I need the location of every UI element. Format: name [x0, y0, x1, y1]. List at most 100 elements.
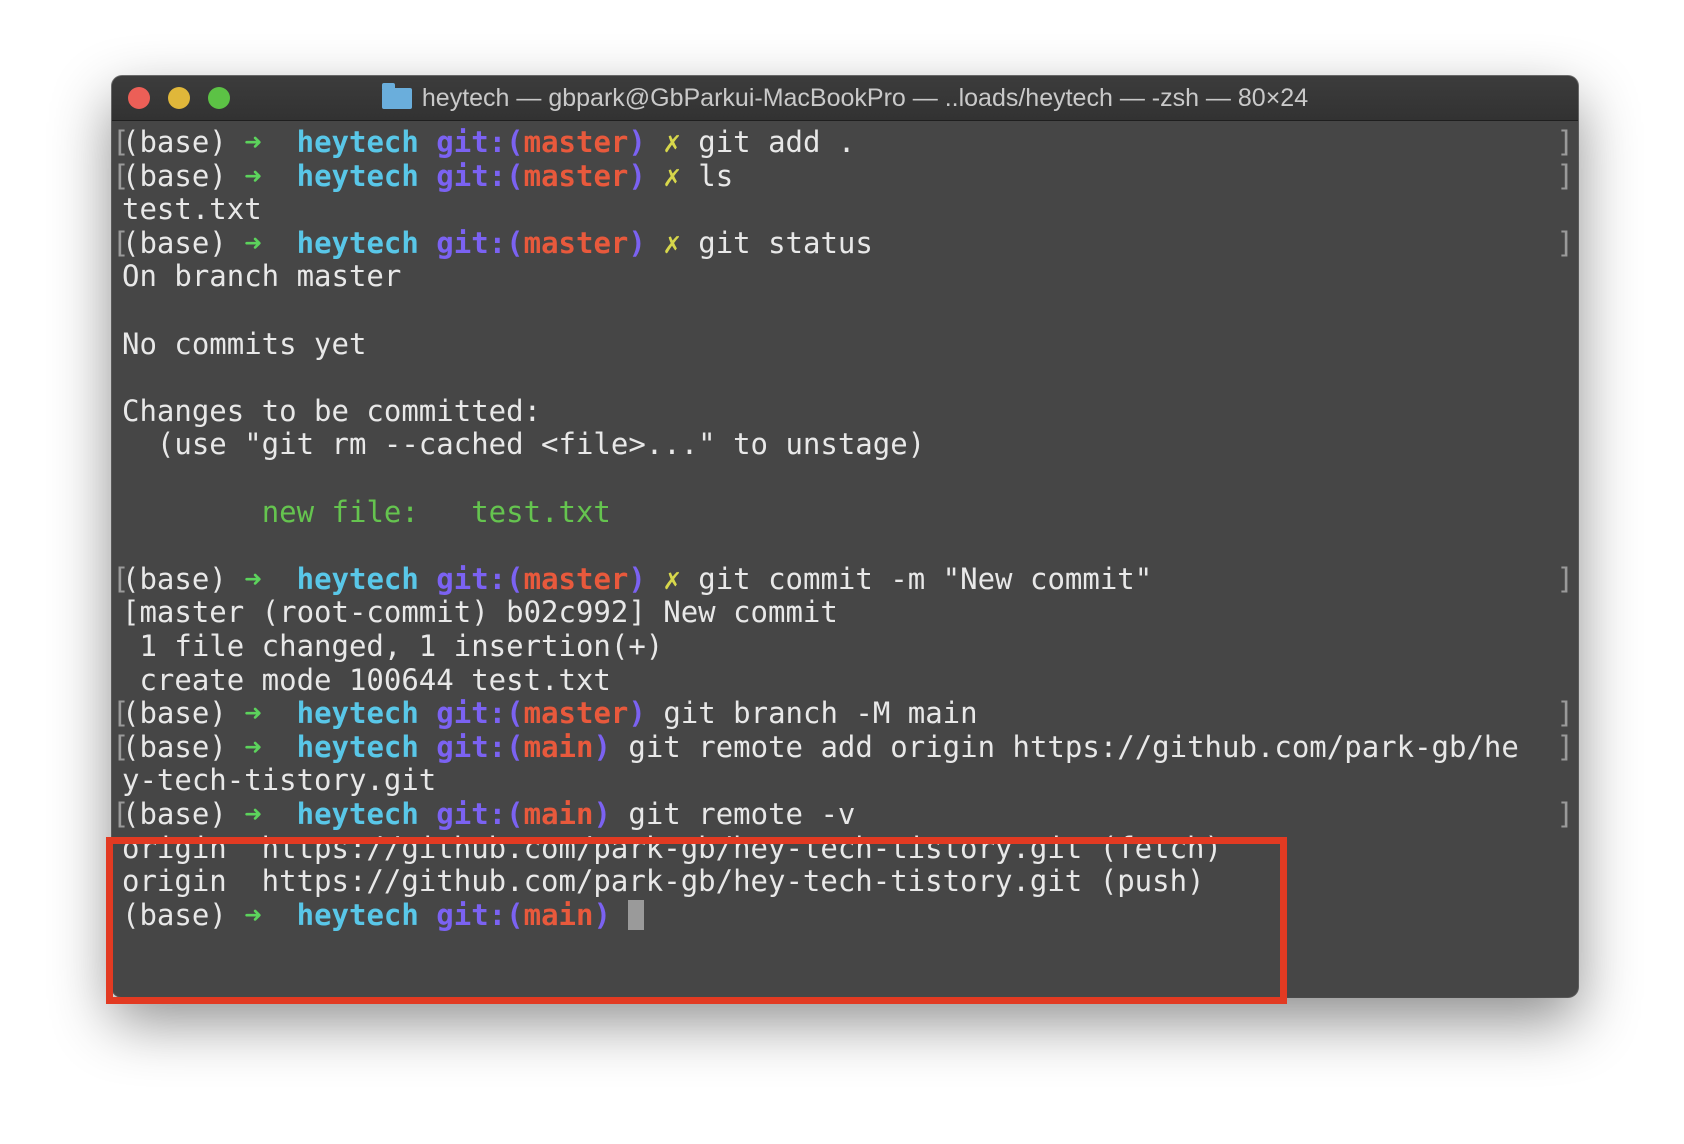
prompt-git-prefix: git:( [436, 125, 524, 159]
command-text: git commit -m "New commit" [698, 561, 1153, 596]
prompt-env: (base) [122, 897, 245, 932]
prompt-git-prefix: git:( [436, 897, 524, 932]
window-title: heytech — gbpark@GbParkui-MacBookPro — .… [112, 76, 1578, 120]
output-line: (use "git rm --cached <file>..." to unst… [122, 426, 925, 462]
prompt-branch: master [523, 225, 629, 260]
prompt-env: (base) [122, 225, 245, 260]
prompt-arrow-icon: ➜ [244, 897, 262, 932]
prompt-arrow-icon: ➜ [244, 729, 262, 764]
command-line: (base) ➜ heytech git:(master) ✗ ls [122, 158, 733, 194]
output-text: y-tech-tistory.git [122, 763, 437, 798]
line-bracket-right: ] [1556, 125, 1574, 159]
line-bracket-right: ] [1556, 797, 1574, 831]
prompt-git-suffix: ) [628, 125, 646, 159]
dirty-marker-icon: ✗ [663, 125, 681, 159]
prompt-branch: master [523, 696, 629, 731]
dirty-marker-icon: ✗ [663, 158, 681, 193]
prompt-git-prefix: git:( [436, 225, 524, 260]
output-text: No commits yet [122, 326, 367, 361]
window-title-text: heytech — gbpark@GbParkui-MacBookPro — .… [421, 84, 1309, 112]
prompt-branch: main [523, 729, 594, 764]
command-line: (base) ➜ heytech git:(master) ✗ git stat… [122, 225, 873, 261]
output-text: create mode 100644 test.txt [122, 662, 611, 697]
prompt-env: (base) [122, 125, 245, 159]
command-text: git remote -v [628, 797, 856, 831]
prompt-arrow-icon: ➜ [244, 696, 262, 731]
prompt-env: (base) [122, 797, 245, 831]
output-line: On branch master [122, 258, 401, 294]
prompt-git-suffix: ) [628, 561, 646, 596]
line-bracket-right: ] [1556, 729, 1574, 764]
prompt-env: (base) [122, 696, 245, 731]
output-text: 1 file changed, 1 insertion(+) [122, 629, 664, 663]
prompt-git-suffix: ) [628, 158, 646, 193]
prompt-git-suffix: ) [593, 797, 611, 831]
line-bracket-right: ] [1556, 158, 1574, 193]
staged-file-line: new file: test.txt [122, 494, 611, 530]
title-bar[interactable]: heytech — gbpark@GbParkui-MacBookPro — .… [112, 76, 1578, 121]
prompt-env: (base) [122, 561, 245, 596]
output-text: origin https://github.com/park-gb/hey-te… [122, 864, 1205, 899]
command-text: ls [698, 158, 734, 193]
output-line: 1 file changed, 1 insertion(+) [122, 628, 663, 664]
output-line: origin https://github.com/park-gb/hey-te… [122, 830, 1222, 866]
prompt-git-prefix: git:( [436, 696, 524, 731]
line-bracket-right: ] [1556, 225, 1574, 260]
prompt-branch: master [523, 158, 629, 193]
line-bracket-right: ] [1556, 561, 1574, 596]
output-line: Changes to be committed: [122, 393, 541, 429]
output-line: origin https://github.com/park-gb/hey-te… [122, 863, 1205, 899]
command-line: (base) ➜ heytech git:(master) git branch… [122, 695, 978, 731]
output-text: (use "git rm --cached <file>..." to unst… [122, 427, 926, 462]
prompt-arrow-icon: ➜ [244, 797, 262, 831]
prompt-git-suffix: ) [628, 696, 646, 731]
prompt-git-suffix: ) [593, 897, 611, 932]
staged-label: new file: [261, 494, 419, 529]
command-line: (base) ➜ heytech git:(master) ✗ git comm… [122, 561, 1152, 597]
prompt-directory: heytech [296, 158, 419, 193]
prompt-directory: heytech [296, 797, 419, 831]
prompt-directory: heytech [296, 225, 419, 260]
line-bracket-right: ] [1556, 696, 1574, 731]
terminal-window: heytech — gbpark@GbParkui-MacBookPro — .… [112, 76, 1578, 997]
prompt-directory: heytech [296, 125, 419, 159]
prompt-arrow-icon: ➜ [244, 158, 262, 193]
terminal-output[interactable]: [] (base) ➜ heytech git:(master) ✗ git ad… [112, 120, 1578, 997]
command-text: git branch -M main [663, 696, 978, 731]
prompt-arrow-icon: ➜ [244, 125, 262, 159]
prompt-directory: heytech [296, 897, 419, 932]
prompt-git-prefix: git:( [436, 561, 524, 596]
prompt-git-prefix: git:( [436, 797, 524, 831]
folder-icon [381, 83, 412, 109]
dirty-marker-icon: ✗ [663, 225, 681, 260]
output-text: [master (root-commit) b02c992] New commi… [122, 595, 838, 630]
output-text: On branch master [122, 259, 402, 294]
output-line: test.txt [122, 191, 262, 227]
current-prompt-line: (base) ➜ heytech git:(main) [122, 897, 645, 933]
text-cursor[interactable] [628, 899, 645, 930]
prompt-directory: heytech [296, 561, 419, 596]
prompt-env: (base) [122, 158, 245, 193]
command-text: git remote add origin https://github.com… [628, 729, 1519, 764]
prompt-directory: heytech [296, 696, 419, 731]
command-line: (base) ➜ heytech git:(master) ✗ git add … [122, 124, 855, 160]
command-text: git add . [698, 125, 856, 159]
prompt-arrow-icon: ➜ [244, 561, 262, 596]
prompt-arrow-icon: ➜ [244, 225, 262, 260]
prompt-branch: main [523, 797, 594, 831]
prompt-git-suffix: ) [628, 225, 646, 260]
prompt-git-prefix: git:( [436, 729, 524, 764]
output-line: y-tech-tistory.git [122, 762, 436, 798]
output-text: origin https://github.com/park-gb/hey-te… [122, 830, 1222, 865]
prompt-branch: main [523, 897, 594, 932]
output-line: create mode 100644 test.txt [122, 662, 611, 698]
command-text: git status [698, 225, 873, 260]
output-text: test.txt [122, 192, 262, 227]
prompt-git-prefix: git:( [436, 158, 524, 193]
command-line: (base) ➜ heytech git:(main) git remote a… [122, 729, 1519, 765]
prompt-branch: master [523, 561, 629, 596]
prompt-env: (base) [122, 729, 245, 764]
dirty-marker-icon: ✗ [663, 561, 681, 596]
prompt-git-suffix: ) [593, 729, 611, 764]
output-text: Changes to be committed: [122, 393, 542, 428]
